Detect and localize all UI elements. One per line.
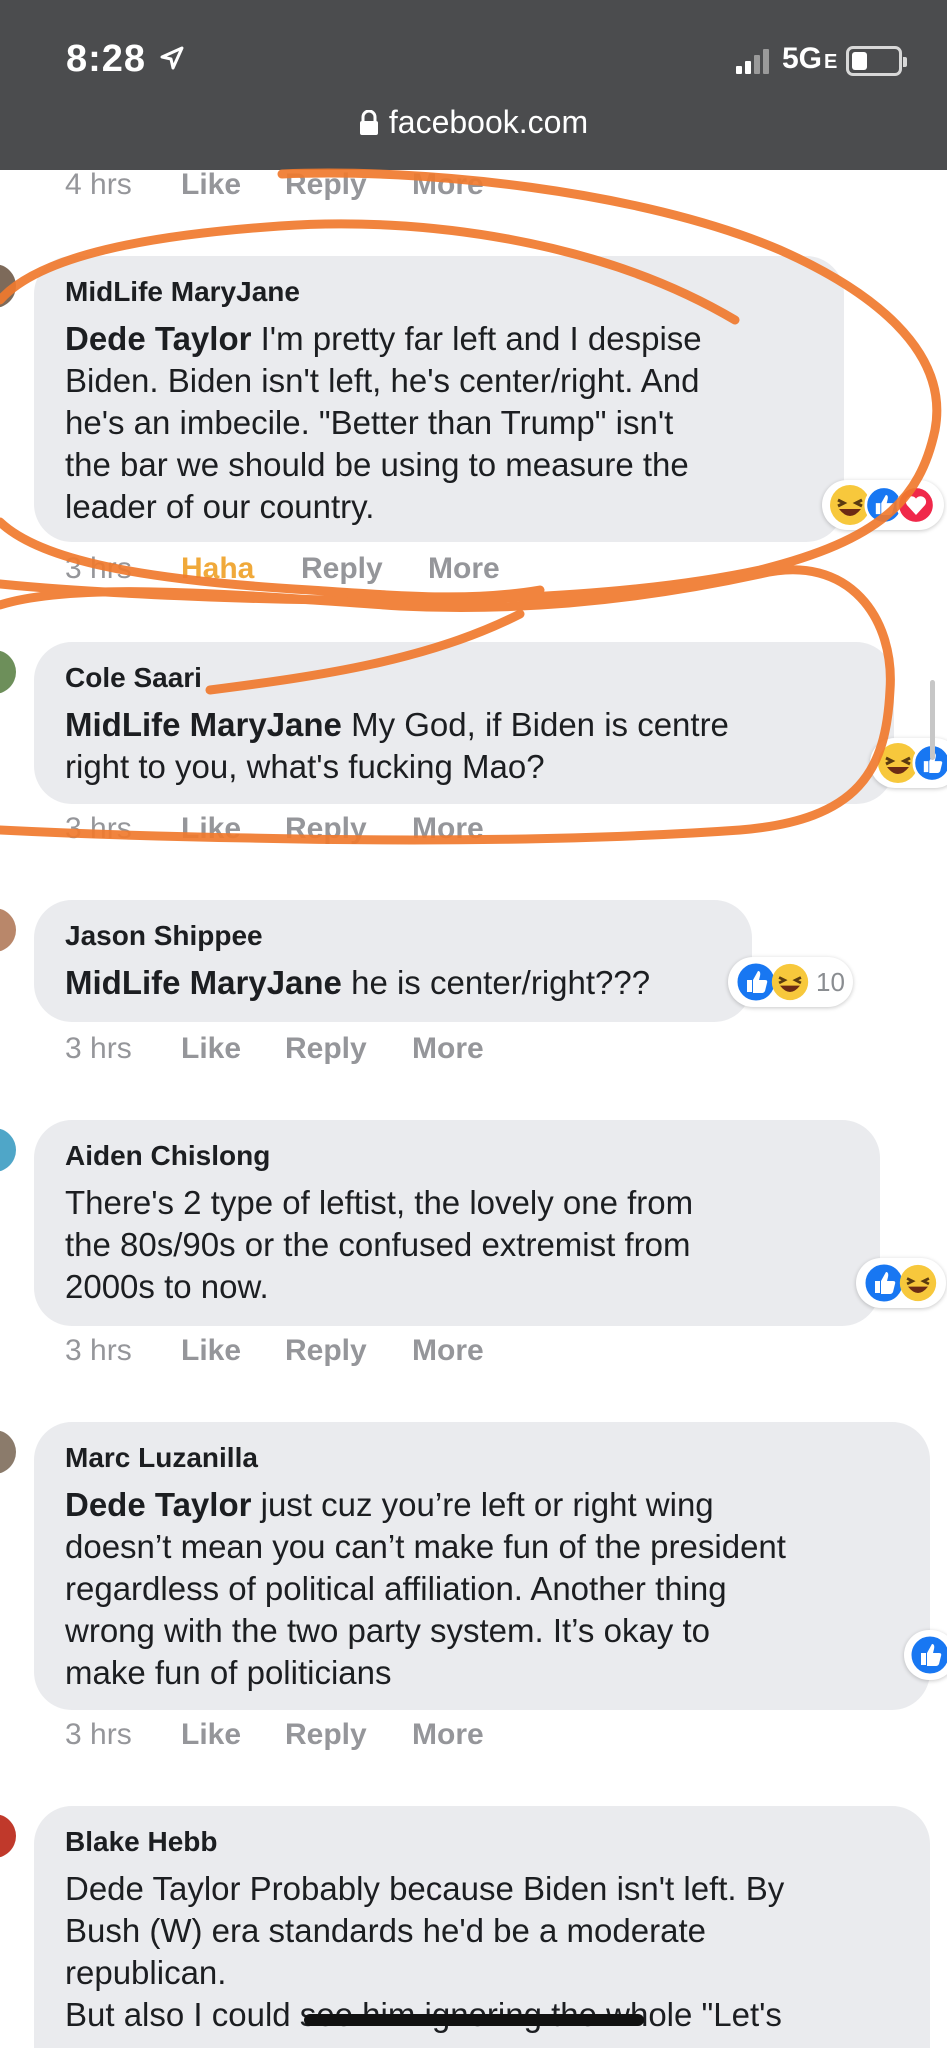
comment-author[interactable]: MidLife MaryJane (65, 276, 300, 308)
comment-bubble: MidLife MaryJane Dede Taylor I'm pretty … (34, 256, 844, 542)
signal-icon (736, 49, 769, 74)
haha-icon (899, 1264, 937, 1302)
network-type: 5G (782, 42, 823, 75)
reply-link[interactable]: Reply (285, 1718, 367, 1752)
network-label: 5G E (782, 42, 837, 76)
status-bar: 8:28 5G E facebook.com (0, 0, 947, 170)
reaction-summary[interactable] (856, 1258, 946, 1308)
comment-time: 3 hrs (65, 812, 132, 845)
comment-bubble: Jason Shippee MidLife MaryJane he is cen… (34, 900, 752, 1022)
mention[interactable]: MidLife MaryJane (65, 706, 342, 743)
reaction-summary[interactable] (870, 738, 947, 788)
like-icon (908, 1633, 947, 1677)
comment-bubble: Blake Hebb Dede Taylor Probably because … (34, 1806, 930, 2048)
comment-body: he is center/right??? (341, 964, 651, 1001)
comment-author[interactable]: Aiden Chislong (65, 1140, 270, 1172)
battery-icon (846, 46, 907, 76)
location-arrow-icon (160, 46, 184, 70)
love-icon (896, 485, 936, 525)
avatar[interactable] (0, 650, 16, 694)
reaction-summary[interactable] (904, 1630, 947, 1680)
mention[interactable]: MidLife MaryJane (65, 964, 342, 1001)
reaction-count: 10 (816, 966, 845, 997)
mention[interactable]: Dede Taylor (65, 320, 251, 357)
comment-text: There's 2 type of leftist, the lovely on… (65, 1182, 860, 1308)
home-indicator (304, 2014, 644, 2026)
comment-time: 3 hrs (65, 552, 132, 585)
comment-text: Dede Taylor I'm pretty far left and I de… (65, 318, 824, 528)
avatar[interactable] (0, 264, 16, 308)
haha-link[interactable]: Haha (181, 552, 254, 586)
comment-time: 3 hrs (65, 1334, 132, 1367)
reaction-summary[interactable]: 10 (728, 957, 853, 1007)
comment-text: MidLife MaryJane he is center/right??? (65, 962, 732, 1004)
like-link[interactable]: Like (181, 1334, 241, 1368)
comment-text: Dede Taylor just cuz you’re left or righ… (65, 1484, 924, 1694)
more-link[interactable]: More (412, 1032, 484, 1066)
avatar[interactable] (0, 1814, 16, 1858)
comment-author[interactable]: Jason Shippee (65, 920, 263, 952)
comment-bubble: Marc Luzanilla Dede Taylor just cuz you’… (34, 1422, 930, 1710)
reply-link[interactable]: Reply (285, 1334, 367, 1368)
comment-body: Dede Taylor Probably because Biden isn't… (65, 1870, 785, 2033)
avatar[interactable] (0, 1128, 16, 1172)
reply-link[interactable]: Reply (285, 170, 367, 202)
reaction-summary[interactable] (822, 480, 944, 530)
like-link[interactable]: Like (181, 170, 241, 202)
address-bar[interactable]: facebook.com (0, 104, 947, 141)
comment-author[interactable]: Marc Luzanilla (65, 1442, 258, 1474)
comment-text: MidLife MaryJane My God, if Biden is cen… (65, 704, 874, 788)
url-text: facebook.com (388, 104, 589, 140)
like-link[interactable]: Like (181, 812, 241, 846)
comment-time: 3 hrs (65, 1718, 132, 1751)
reply-link[interactable]: Reply (285, 1032, 367, 1066)
like-link[interactable]: Like (181, 1718, 241, 1752)
reply-link[interactable]: Reply (285, 812, 367, 846)
like-link[interactable]: Like (181, 1032, 241, 1066)
reply-link[interactable]: Reply (301, 552, 383, 586)
avatar[interactable] (0, 908, 16, 952)
more-link[interactable]: More (428, 552, 500, 586)
network-suffix: E (824, 51, 838, 73)
more-link[interactable]: More (412, 1334, 484, 1368)
comment-author[interactable]: Cole Saari (65, 662, 202, 694)
comment-author[interactable]: Blake Hebb (65, 1826, 218, 1858)
comments-thread: 4 hrs Like Reply More MidLife MaryJane D… (0, 170, 947, 2048)
more-link[interactable]: More (412, 170, 484, 202)
comment-body: There's 2 type of leftist, the lovely on… (65, 1184, 694, 1305)
mention[interactable]: Dede Taylor (65, 1486, 251, 1523)
avatar[interactable] (0, 1430, 16, 1474)
comment-bubble: Cole Saari MidLife MaryJane My God, if B… (34, 642, 894, 804)
more-link[interactable]: More (412, 812, 484, 846)
haha-icon (771, 963, 809, 1001)
status-time: 8:28 (66, 38, 147, 80)
comment-time: 3 hrs (65, 1032, 132, 1065)
scrollbar[interactable] (930, 680, 935, 760)
more-link[interactable]: More (412, 1718, 484, 1752)
comment-bubble: Aiden Chislong There's 2 type of leftist… (34, 1120, 880, 1326)
comment-time: 4 hrs (65, 170, 132, 201)
lock-icon (359, 110, 378, 135)
comment-text: Dede Taylor Probably because Biden isn't… (65, 1868, 924, 2036)
